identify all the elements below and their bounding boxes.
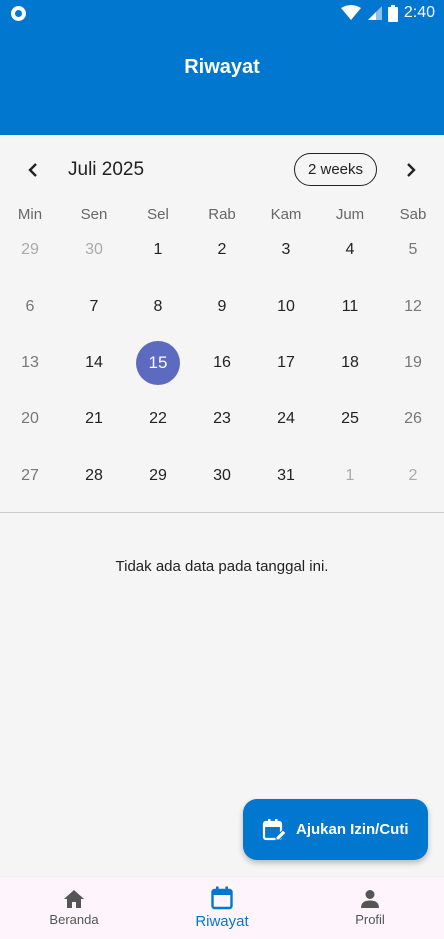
calendar-header: Juli 2025 2 weeks [0, 148, 444, 192]
nav-label-riwayat: Riwayat [195, 913, 249, 930]
calendar-day[interactable]: 24 [264, 397, 308, 441]
notification-icon [11, 5, 26, 21]
calendar-icon [211, 886, 233, 910]
calendar-day[interactable]: 30 [72, 228, 116, 272]
calendar-day[interactable]: 22 [136, 397, 180, 441]
page-title: Riwayat [184, 56, 260, 78]
calendar-day[interactable]: 31 [264, 454, 308, 498]
empty-state-message: Tidak ada data pada tanggal ini. [115, 558, 329, 575]
calendar-day[interactable]: 29 [8, 228, 52, 272]
calendar-day[interactable]: 19 [391, 341, 435, 385]
chevron-right-icon [407, 163, 416, 177]
status-indicators: 2:40 [340, 4, 435, 22]
nav-item-beranda[interactable]: Beranda [0, 877, 148, 939]
weekday-label: Min [17, 206, 43, 223]
home-icon [64, 890, 84, 908]
calendar-day[interactable]: 5 [391, 228, 435, 272]
calendar-edit-icon [262, 818, 286, 840]
calendar-day[interactable]: 25 [328, 397, 372, 441]
calendar-day[interactable]: 12 [391, 285, 435, 329]
calendar-day-selected[interactable]: 15 [136, 341, 180, 385]
nav-label-profil: Profil [355, 912, 385, 927]
weekday-label: Jum [335, 206, 365, 223]
calendar-day[interactable]: 27 [8, 454, 52, 498]
calendar-day[interactable]: 4 [328, 228, 372, 272]
calendar-day[interactable]: 9 [200, 285, 244, 329]
request-leave-button[interactable]: Ajukan Izin/Cuti [243, 799, 428, 860]
app-bar: Riwayat [0, 26, 444, 135]
calendar-day[interactable]: 11 [328, 285, 372, 329]
calendar-day[interactable]: 2 [391, 454, 435, 498]
calendar-day[interactable]: 20 [8, 397, 52, 441]
request-leave-label: Ajukan Izin/Cuti [296, 821, 409, 838]
weekday-label: Sel [147, 206, 169, 223]
bottom-navigation: Beranda Riwayat Profil [0, 876, 444, 939]
calendar-day[interactable]: 23 [200, 397, 244, 441]
nav-item-riwayat[interactable]: Riwayat [148, 877, 296, 939]
weekday-label: Kam [270, 206, 302, 223]
calendar-day[interactable]: 1 [328, 454, 372, 498]
wifi-icon [340, 5, 361, 20]
weekday-label: Rab [208, 206, 236, 223]
weekday-label: Sab [399, 206, 427, 223]
calendar-day[interactable]: 3 [264, 228, 308, 272]
battery-icon [387, 4, 398, 22]
nav-item-profil[interactable]: Profil [296, 877, 444, 939]
calendar-day[interactable]: 13 [8, 341, 52, 385]
calendar-day[interactable]: 29 [136, 454, 180, 498]
person-icon [361, 890, 379, 908]
calendar-day[interactable]: 28 [72, 454, 116, 498]
calendar-format-button[interactable]: 2 weeks [294, 153, 377, 186]
calendar-day[interactable]: 1 [136, 228, 180, 272]
nav-label-beranda: Beranda [49, 912, 99, 927]
status-bar: 2:40 [0, 0, 444, 26]
calendar-day[interactable]: 10 [264, 285, 308, 329]
calendar-day[interactable]: 30 [200, 454, 244, 498]
calendar-day[interactable]: 7 [72, 285, 116, 329]
calendar-day[interactable]: 16 [200, 341, 244, 385]
month-title: Juli 2025 [68, 159, 145, 180]
signal-icon [367, 6, 382, 20]
divider [0, 512, 444, 513]
calendar-day[interactable]: 17 [264, 341, 308, 385]
calendar-day[interactable]: 6 [8, 285, 52, 329]
calendar-day[interactable]: 18 [328, 341, 372, 385]
weekday-label: Sen [80, 206, 108, 223]
chevron-left-icon [28, 163, 37, 177]
calendar-day[interactable]: 8 [136, 285, 180, 329]
next-month-button[interactable] [395, 154, 427, 186]
calendar-day[interactable]: 26 [391, 397, 435, 441]
calendar-day[interactable]: 14 [72, 341, 116, 385]
status-time: 2:40 [403, 4, 435, 21]
previous-month-button[interactable] [17, 154, 49, 186]
calendar-day[interactable]: 2 [200, 228, 244, 272]
calendar-day[interactable]: 21 [72, 397, 116, 441]
